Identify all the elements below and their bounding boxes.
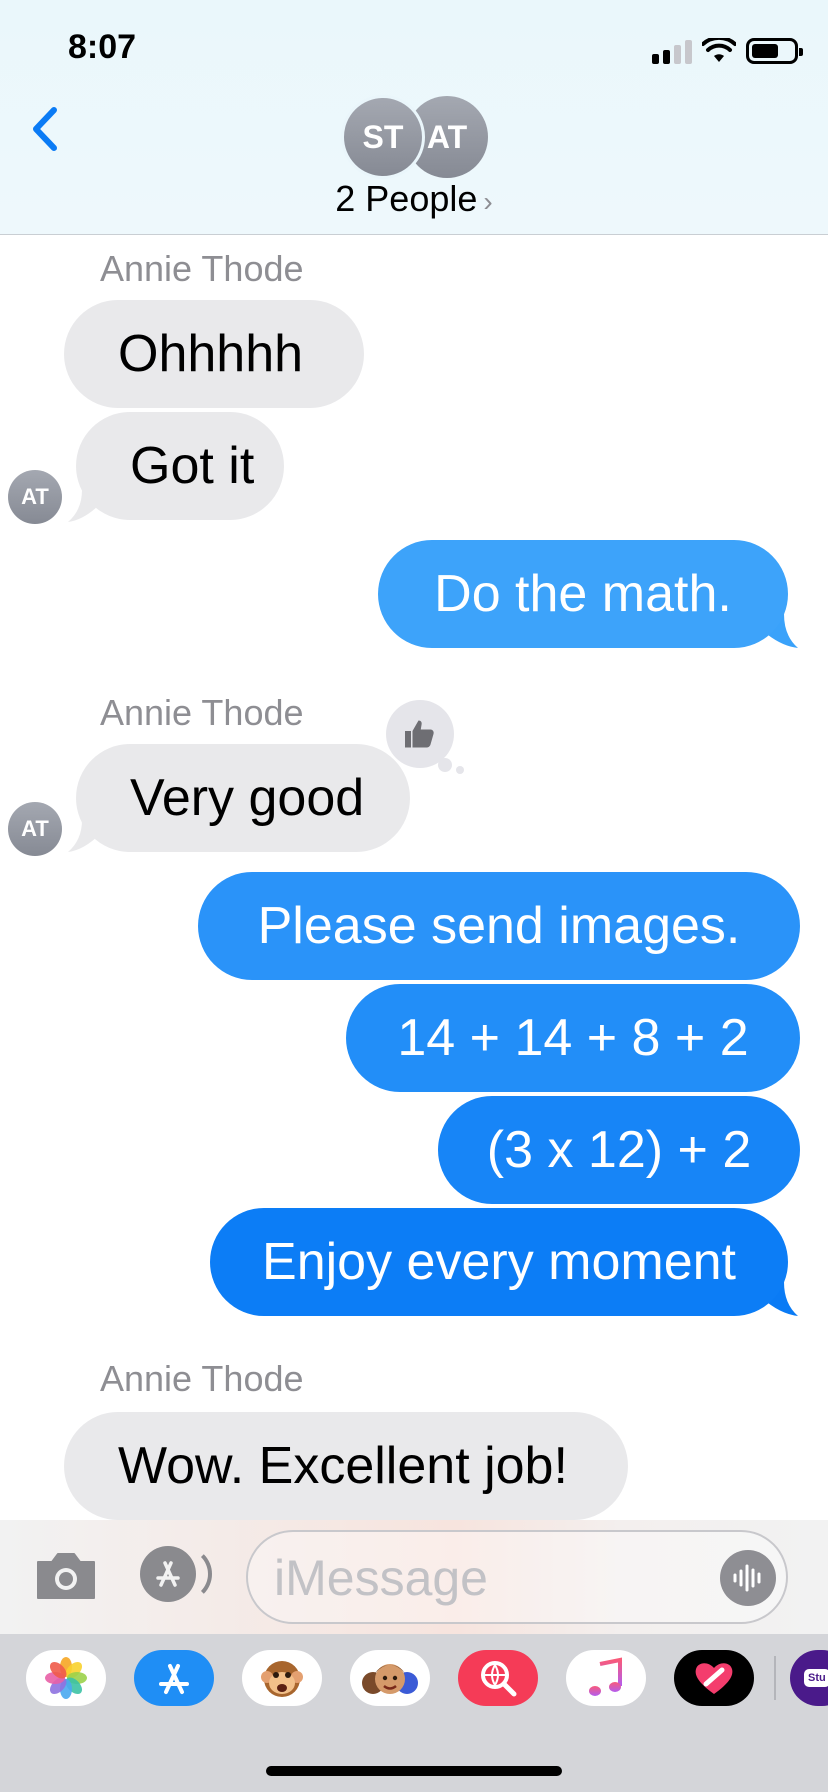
sender-name: Annie Thode [100, 248, 304, 289]
avatar-small[interactable]: AT [8, 470, 62, 524]
audio-message-button[interactable] [720, 1550, 776, 1606]
waveform-icon [733, 1564, 761, 1592]
digital-touch-icon[interactable] [674, 1650, 754, 1706]
sender-name: Annie Thode [100, 692, 304, 733]
conversation-title-label: 2 People [335, 178, 478, 219]
music-icon[interactable] [566, 1650, 646, 1706]
status-icons [652, 34, 803, 68]
app-store-icon[interactable] [134, 1650, 214, 1706]
app-store-icon [156, 1561, 180, 1587]
wifi-icon [702, 38, 736, 62]
group-avatars[interactable]: ST AT [341, 95, 488, 179]
avatar-st: ST [341, 95, 425, 179]
message-input-bar [0, 1520, 828, 1634]
outgoing-message-bubble[interactable]: Do the math. [378, 540, 788, 648]
home-indicator[interactable] [266, 1766, 562, 1776]
outgoing-message-bubble[interactable]: Enjoy every moment [210, 1208, 788, 1316]
chevron-right-icon: › [483, 186, 493, 217]
cellular-signal-icon [652, 38, 692, 64]
incoming-message-bubble[interactable]: Wow. Excellent job! [64, 1412, 628, 1520]
outgoing-message-bubble[interactable]: (3 x 12) + 2 [438, 1096, 800, 1204]
sender-name: Annie Thode [100, 1358, 304, 1399]
stickers-icon[interactable]: Stu [790, 1650, 828, 1706]
thumbs-up-icon [405, 720, 434, 748]
outgoing-message-bubble[interactable]: Please send images. [198, 872, 800, 980]
conversation-header: 8:07 ST AT 2 People › [0, 0, 828, 235]
stickers-label: Stu [804, 1669, 828, 1687]
app-store-button[interactable] [140, 1546, 212, 1602]
outgoing-message-bubble[interactable]: 14 + 14 + 8 + 2 [346, 984, 800, 1092]
drawer-divider [774, 1656, 776, 1700]
incoming-message-bubble[interactable]: Very good [76, 744, 410, 852]
avatar-small[interactable]: AT [8, 802, 62, 856]
camera-icon[interactable] [34, 1550, 98, 1602]
animoji-icon[interactable] [242, 1650, 322, 1706]
conversation-title[interactable]: 2 People › [0, 178, 828, 220]
incoming-message-bubble[interactable]: Ohhhhh [64, 300, 364, 408]
search-images-icon[interactable] [458, 1650, 538, 1706]
photos-icon[interactable] [26, 1650, 106, 1706]
messages-screen: 8:07 ST AT 2 People › Annie Thode Ohhhhh… [0, 0, 828, 1792]
message-input[interactable] [272, 1546, 696, 1610]
app-drawer: Stu [0, 1634, 828, 1792]
imessage-text-field[interactable] [246, 1530, 788, 1624]
back-chevron-icon[interactable] [24, 104, 64, 154]
memoji-icon[interactable] [350, 1650, 430, 1706]
status-time: 8:07 [68, 28, 137, 66]
battery-icon [746, 38, 803, 64]
tapback-reaction[interactable] [386, 700, 464, 774]
incoming-message-bubble[interactable]: Got it [76, 412, 284, 520]
